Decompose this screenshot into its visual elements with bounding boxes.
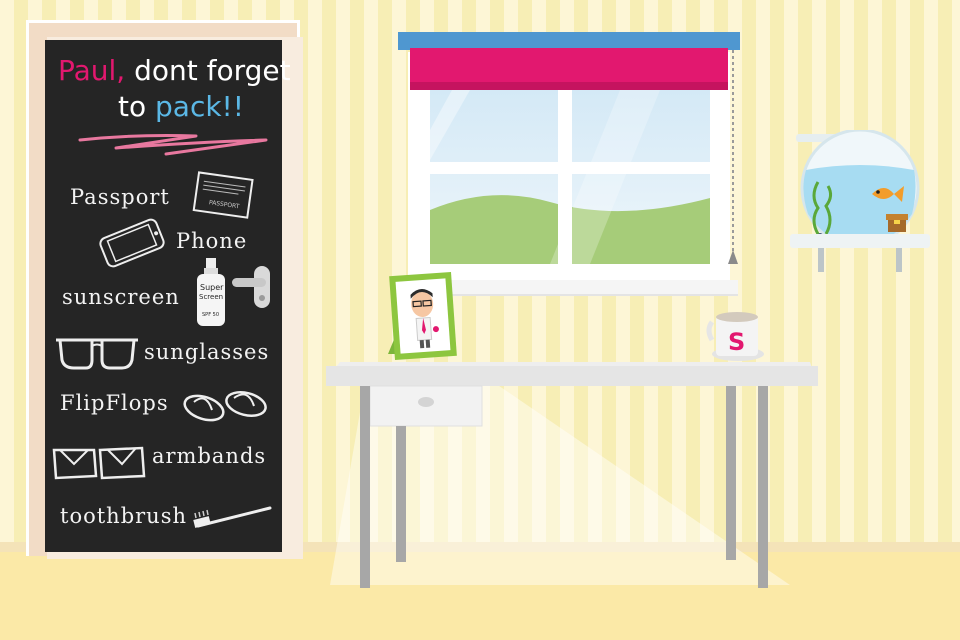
chalk-title-line-1: Paul, dont forget [58,54,291,87]
blind-pull-cord-icon[interactable] [726,50,740,270]
chalk-item-passport[interactable]: Passport [70,185,170,209]
chalk-item-phone[interactable]: Phone [176,229,247,253]
chalk-title-pack: pack!! [155,90,245,123]
chalk-item-flipflops[interactable]: FlipFlops [60,391,169,415]
chalk-item-armbands[interactable]: armbands [152,444,266,468]
door-handle-icon[interactable] [232,266,272,308]
phone-icon[interactable] [94,218,170,268]
toothbrush-icon[interactable] [190,504,276,534]
sunscreen-spf: SPF 50 [202,312,219,318]
sunscreen-brand-1: Super [200,283,224,292]
sunscreen-icon[interactable]: Super Screen SPF 50 [194,256,228,328]
sunscreen-brand-2: Screen [199,293,223,301]
chalk-title-line-2: to pack!! [118,90,244,123]
fishbowl-icon[interactable] [780,130,940,280]
chalk-item-toothbrush[interactable]: toothbrush [60,504,187,528]
window-sill [420,280,738,296]
desk [326,362,818,588]
mug-letter: S [728,328,745,356]
passport-text: PASSPORT [208,199,240,210]
game-scene: Paul, dont forget to pack!! Passport Pho… [0,0,960,640]
chalk-item-sunglasses[interactable]: sunglasses [144,340,269,364]
window-view[interactable] [430,90,710,264]
armbands-icon[interactable] [50,438,148,482]
roller-blind[interactable] [410,48,728,90]
chalk-title-name: Paul, [58,54,126,87]
mug-icon[interactable]: S [706,308,766,364]
chalk-item-sunscreen[interactable]: sunscreen [62,285,180,309]
chalk-squiggle-icon [78,134,268,156]
photo-frame[interactable] [386,270,458,362]
flipflops-icon[interactable] [182,384,272,428]
passport-icon[interactable]: PASSPORT [190,168,256,224]
sunglasses-icon[interactable] [54,334,140,374]
chalk-title-to: to [118,90,156,123]
chalk-title-rest: dont forget [125,54,291,87]
